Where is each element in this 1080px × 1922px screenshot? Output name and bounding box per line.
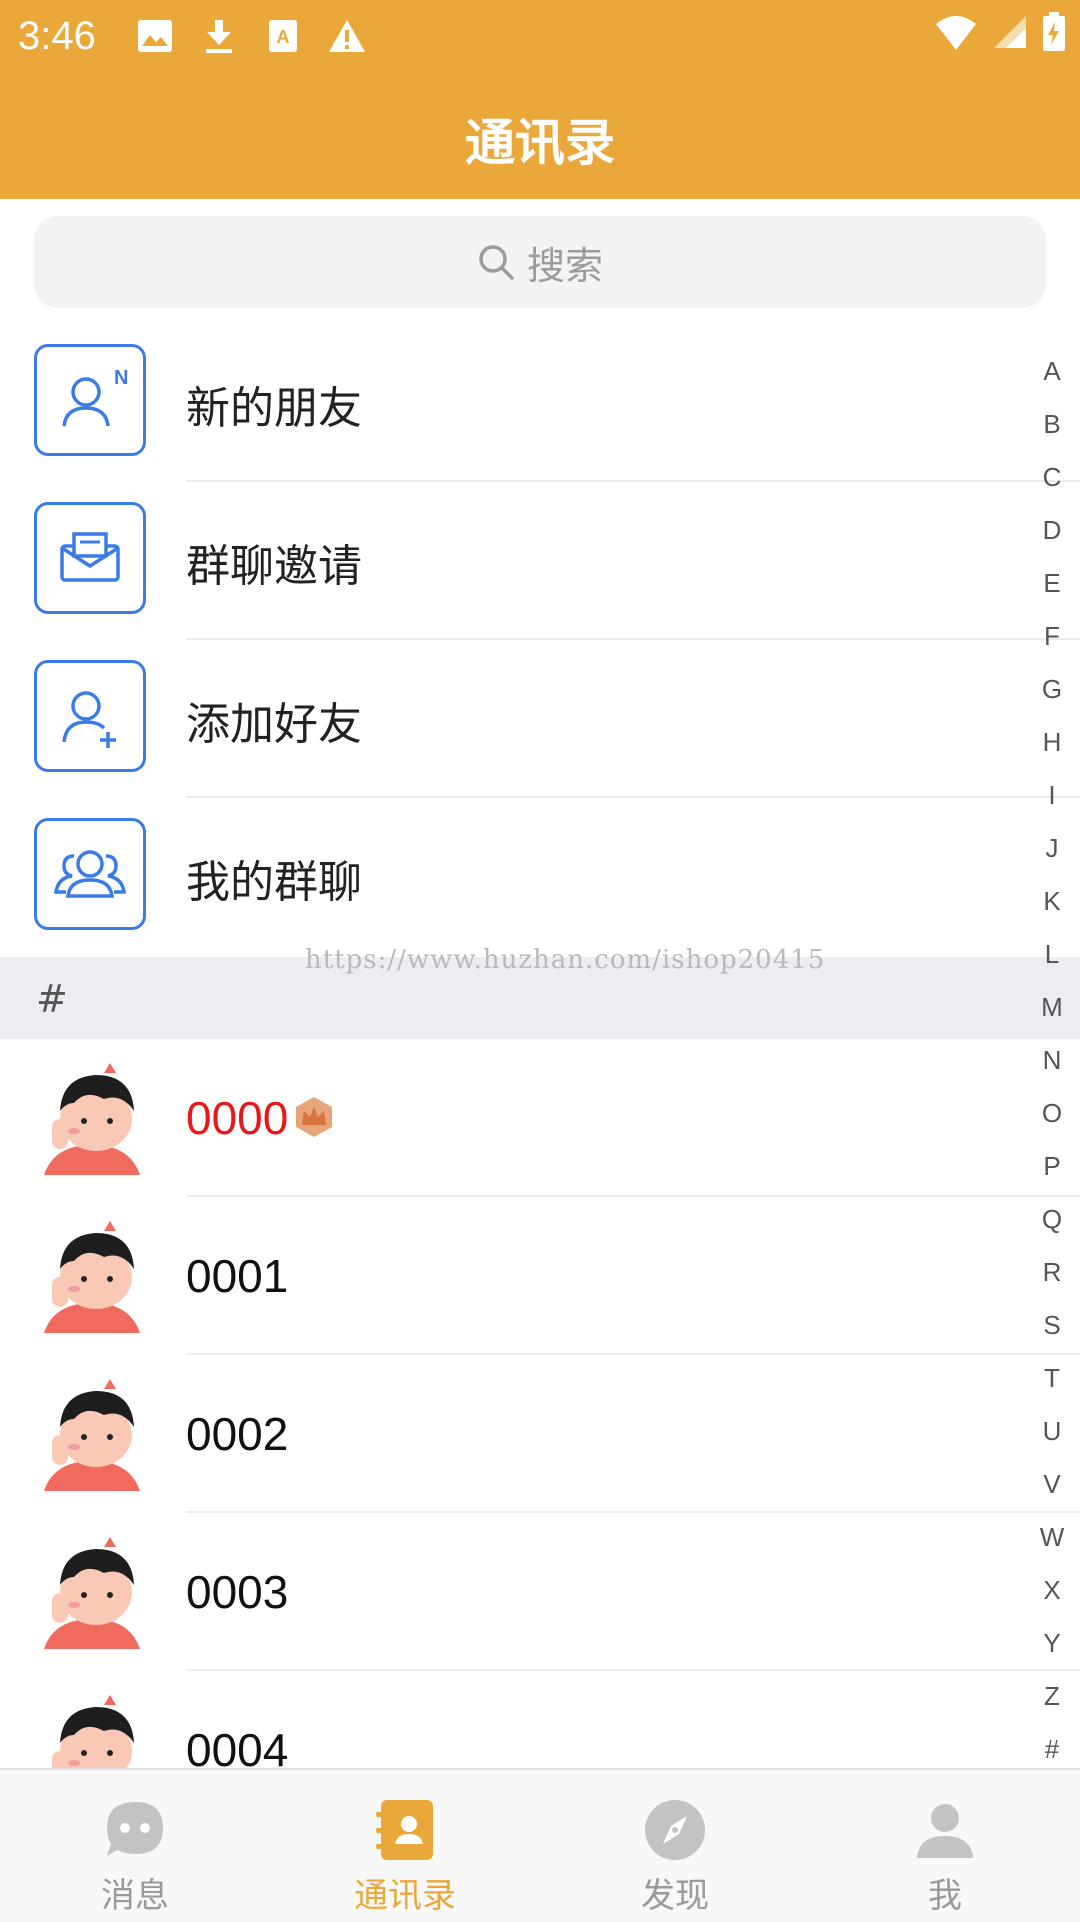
index-letter[interactable]: A (1024, 345, 1080, 398)
search-bar[interactable]: 搜索 (34, 216, 1046, 308)
contact-name: 0001 (186, 1250, 289, 1302)
index-letter[interactable]: N (1024, 1034, 1080, 1087)
top-bar: 3:46 A 通讯录 (0, 0, 1080, 199)
section-letter: # (36, 977, 68, 1021)
contacts-book-icon (376, 1800, 433, 1860)
nav-discover[interactable]: 发现 (540, 1770, 810, 1922)
contact-row[interactable]: 0003 (0, 1513, 1080, 1671)
contact-row[interactable]: 0001 (0, 1197, 1080, 1355)
svg-text:A: A (277, 27, 290, 47)
avatar (34, 1059, 150, 1175)
index-letter[interactable]: E (1024, 557, 1080, 610)
index-letter[interactable]: M (1024, 981, 1080, 1034)
wifi-icon (936, 16, 976, 50)
my-groups-label: 我的群聊 (186, 857, 362, 908)
contact-row[interactable]: 0000 (0, 1039, 1080, 1197)
avatar (34, 1533, 150, 1649)
index-letter[interactable]: R (1024, 1246, 1080, 1299)
index-letter[interactable]: S (1024, 1299, 1080, 1352)
image-icon (135, 16, 175, 56)
avatar (34, 1217, 150, 1333)
add-friend-icon (34, 660, 146, 772)
index-letter[interactable]: X (1024, 1564, 1080, 1617)
index-letter[interactable]: Q (1024, 1193, 1080, 1246)
index-letter[interactable]: J (1024, 822, 1080, 875)
contact-row[interactable]: 0004 (0, 1671, 1080, 1768)
index-letter[interactable]: C (1024, 451, 1080, 504)
index-letter[interactable]: L (1024, 928, 1080, 981)
app-icon: A (263, 16, 303, 56)
new-friend-icon: N (34, 344, 146, 456)
contact-name: 0004 (186, 1724, 289, 1768)
nav-me[interactable]: 我 (810, 1770, 1080, 1922)
nav-contacts[interactable]: 通讯录 (270, 1770, 540, 1922)
avatar (34, 1375, 150, 1491)
signal-icon (994, 16, 1026, 48)
index-letter[interactable]: D (1024, 504, 1080, 557)
index-letter[interactable]: H (1024, 716, 1080, 769)
search-icon (479, 245, 514, 280)
search-placeholder: 搜索 (526, 243, 603, 288)
group-invite-icon (34, 502, 146, 614)
page-title: 通讯录 (465, 114, 615, 172)
new-friends-row[interactable]: N 新的朋友 (0, 324, 1080, 482)
index-letter[interactable]: P (1024, 1140, 1080, 1193)
index-letter[interactable]: U (1024, 1405, 1080, 1458)
my-groups-icon (34, 818, 146, 930)
index-letter[interactable]: B (1024, 398, 1080, 451)
contact-row[interactable]: 0002 (0, 1355, 1080, 1513)
status-time: 3:46 (18, 14, 96, 58)
index-letter[interactable]: G (1024, 663, 1080, 716)
chat-bubble-icon (107, 1802, 163, 1856)
index-letter[interactable]: F (1024, 610, 1080, 663)
bottom-nav: 消息 通讯录 发现 我 (0, 1768, 1080, 1922)
nav-discover-label: 发现 (641, 1876, 709, 1916)
nav-me-label: 我 (928, 1876, 962, 1916)
status-system (934, 12, 1066, 52)
new-friends-label: 新的朋友 (186, 383, 362, 434)
group-invite-label: 群聊邀请 (186, 541, 362, 592)
warning-icon (327, 16, 367, 56)
person-icon (917, 1804, 973, 1858)
nav-contacts-label: 通讯录 (354, 1876, 456, 1916)
index-letter[interactable]: I (1024, 769, 1080, 822)
status-notifications: A (135, 16, 367, 56)
vip-crown-icon (296, 1097, 332, 1137)
avatar (34, 1691, 150, 1768)
add-friend-row[interactable]: 添加好友 (0, 640, 1080, 798)
index-letter[interactable]: K (1024, 875, 1080, 928)
index-letter[interactable]: Y (1024, 1617, 1080, 1670)
nav-messages-label: 消息 (101, 1876, 169, 1916)
index-letter[interactable]: W (1024, 1511, 1080, 1564)
contact-name: 0003 (186, 1566, 289, 1618)
group-invite-row[interactable]: 群聊邀请 (0, 482, 1080, 640)
index-letter[interactable]: Z (1024, 1670, 1080, 1723)
nav-messages[interactable]: 消息 (0, 1770, 270, 1922)
compass-icon (645, 1800, 705, 1860)
my-groups-row[interactable]: 我的群聊 (0, 798, 1080, 956)
download-icon (199, 16, 239, 56)
index-letter[interactable]: V (1024, 1458, 1080, 1511)
index-letter[interactable]: O (1024, 1087, 1080, 1140)
svg-text:N: N (114, 367, 128, 389)
watermark: https://www.huzhan.com/ishop20415 (305, 945, 826, 975)
contact-name: 0002 (186, 1408, 289, 1460)
add-friend-label: 添加好友 (186, 699, 362, 750)
battery-icon (1043, 12, 1065, 51)
contact-name: 0000 (186, 1092, 289, 1144)
alphabet-index[interactable]: A B C D E F G H I J K L M N O P Q R S T U V W X Y Z # (1024, 345, 1080, 1776)
index-letter[interactable]: T (1024, 1352, 1080, 1405)
